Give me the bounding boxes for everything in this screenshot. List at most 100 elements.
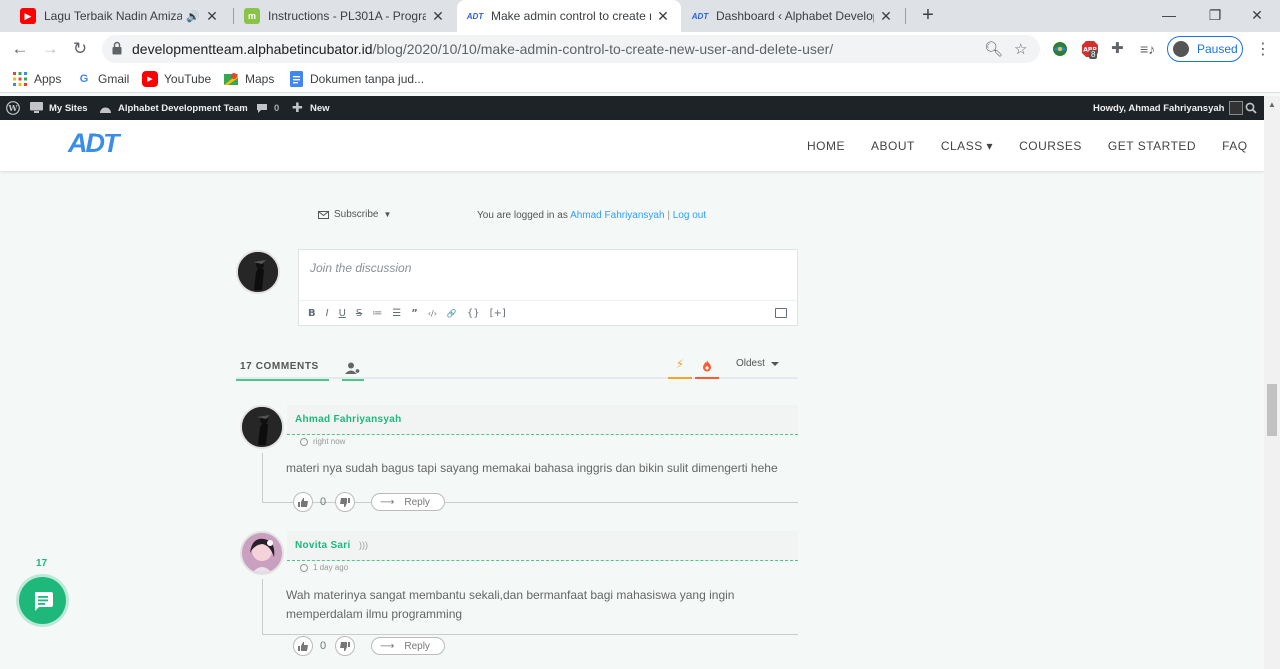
close-window-button[interactable]: ✕ — [1234, 0, 1280, 32]
adblock-icon[interactable]: ABP 8 — [1081, 40, 1099, 59]
sort-dropdown[interactable]: Oldest — [736, 358, 779, 369]
comment-header: Novita Sari ))) — [287, 531, 798, 561]
chevron-down-icon: ▼ — [383, 210, 392, 219]
tab-make-admin-control[interactable]: ADT Make admin control to create ne ✕ — [457, 0, 681, 32]
nav-class[interactable]: CLASS ▾ — [941, 139, 993, 153]
reload-button[interactable]: ↻ — [68, 37, 92, 61]
nav-home[interactable]: HOME — [807, 139, 845, 153]
howdy-account-menu[interactable]: Howdy, Ahmad Fahriyansyah — [1093, 96, 1244, 120]
new-content-menu[interactable]: ✚ New — [291, 96, 330, 120]
profile-paused-button[interactable]: Paused — [1167, 36, 1243, 62]
reply-button[interactable]: ⟶ Reply — [371, 637, 445, 655]
bookmark-gmail[interactable]: G Gmail — [76, 71, 130, 87]
chrome-menu-icon[interactable]: ⋮ — [1255, 39, 1271, 59]
underline-button[interactable]: U — [339, 308, 346, 319]
thumbs-up-icon — [298, 497, 308, 507]
bold-button[interactable]: B — [308, 308, 316, 319]
speaker-icon[interactable]: 🔊 — [186, 10, 200, 23]
nav-about[interactable]: ABOUT — [871, 139, 915, 153]
comments-menu[interactable]: 0 — [255, 96, 279, 120]
scroll-up-arrow[interactable]: ▲ — [1268, 100, 1276, 109]
search-icon[interactable] — [1245, 96, 1257, 120]
tab-dashboard[interactable]: ADT Dashboard ‹ Alphabet Developm ✕ — [682, 0, 904, 32]
quote-button[interactable]: ” — [411, 308, 418, 319]
address-bar[interactable]: developmentteam.alphabetincubator.id/blo… — [102, 35, 1040, 63]
site-name-menu[interactable]: Alphabet Development Team — [99, 96, 248, 120]
comment-date-label: right now — [313, 437, 346, 446]
close-tab-icon[interactable]: ✕ — [430, 8, 446, 25]
nav-faq[interactable]: FAQ — [1222, 139, 1248, 153]
thumbs-down-icon — [340, 641, 350, 651]
ordered-list-button[interactable]: ≔ — [372, 308, 382, 319]
bookmark-maps[interactable]: Maps — [223, 71, 274, 87]
extension-badge: 8 — [1089, 50, 1098, 59]
close-tab-icon[interactable]: ✕ — [878, 8, 894, 25]
avatar[interactable] — [240, 531, 284, 575]
logout-link[interactable]: Log out — [673, 210, 706, 221]
vote-count: 0 — [320, 640, 327, 652]
bookmark-label: Gmail — [98, 72, 130, 86]
tab-instructions[interactable]: m Instructions - PL301A - Programm ✕ — [234, 0, 456, 32]
downvote-button[interactable] — [335, 492, 355, 512]
extensions-puzzle-icon[interactable]: ✚ — [1111, 40, 1129, 58]
zoom-icon[interactable]: 🔍︎ — [984, 40, 1003, 58]
vertical-scrollbar[interactable]: ▲ — [1264, 96, 1280, 669]
bookmark-docs[interactable]: Dokumen tanpa jud... — [288, 71, 424, 87]
fire-icon[interactable] — [695, 357, 719, 379]
image-upload-icon[interactable] — [775, 308, 787, 318]
comments-count-tab[interactable]: 17 COMMENTS — [236, 361, 329, 381]
nav-get-started[interactable]: GET STARTED — [1108, 139, 1196, 153]
comment-date[interactable]: right now — [300, 437, 345, 446]
forward-button[interactable]: → — [38, 37, 62, 61]
nav-courses[interactable]: COURSES — [1019, 139, 1082, 153]
comment-author[interactable]: Ahmad Fahriyansyah — [295, 414, 402, 425]
code-button[interactable]: ‹/› — [428, 309, 437, 318]
avatar[interactable] — [240, 405, 284, 449]
close-tab-icon[interactable]: ✕ — [204, 8, 220, 25]
back-button[interactable]: ← — [8, 37, 32, 61]
link-icon[interactable]: 🔗 — [447, 309, 457, 318]
chat-bubble-button[interactable] — [19, 577, 66, 624]
subscribe-button[interactable]: Subscribe ▼ — [318, 209, 391, 220]
media-control-icon[interactable]: ≡♪ — [1140, 40, 1158, 58]
upvote-button[interactable] — [293, 492, 313, 512]
comment-author[interactable]: Novita Sari — [295, 540, 351, 551]
bookmark-youtube[interactable]: ▶ YouTube — [142, 71, 211, 87]
strikethrough-button[interactable]: S — [356, 308, 362, 319]
user-settings-icon[interactable] — [342, 361, 364, 381]
bookmark-apps[interactable]: Apps — [12, 71, 61, 87]
reply-button[interactable]: ⟶ Reply — [371, 493, 445, 511]
spoiler-button[interactable]: [+] — [490, 308, 506, 319]
envelope-icon — [318, 210, 329, 219]
comment-text: materi nya sudah bagus tapi sayang memak… — [286, 461, 778, 475]
unordered-list-button[interactable]: ☰ — [392, 308, 401, 319]
extension-globe-icon[interactable] — [1051, 40, 1069, 58]
reply-arrow-icon: ⟶ — [380, 496, 395, 508]
avatar[interactable] — [236, 250, 280, 294]
comment-date[interactable]: 1 day ago — [300, 563, 348, 572]
comment-header: Ahmad Fahriyansyah — [287, 405, 798, 435]
bookmarks-bar: Apps G Gmail ▶ YouTube Maps Dokumen tanp… — [0, 66, 1280, 93]
downvote-button[interactable] — [335, 636, 355, 656]
my-sites-icon — [30, 102, 43, 115]
wordpress-logo-icon[interactable]: W — [6, 96, 20, 120]
tab-youtube-music[interactable]: ▶ Lagu Terbaik Nadin Amizah P 🔊 ✕ — [10, 0, 230, 32]
maximize-button[interactable]: ❐ — [1192, 0, 1238, 32]
tab-title: Instructions - PL301A - Programm — [268, 9, 426, 23]
new-tab-button[interactable]: + — [916, 4, 940, 28]
adt-icon: ADT — [691, 11, 709, 21]
logged-in-user-link[interactable]: Ahmad Fahriyansyah — [570, 210, 665, 221]
rss-icon[interactable]: ))) — [359, 540, 368, 550]
lightning-icon[interactable]: ⚡ — [668, 357, 692, 379]
upvote-button[interactable] — [293, 636, 313, 656]
site-logo[interactable]: ADT — [66, 127, 136, 157]
bookmark-star-icon[interactable]: ☆ — [1014, 40, 1027, 58]
comment-editor[interactable]: Join the discussion B I U S ≔ ☰ ” ‹/› 🔗 … — [298, 249, 798, 326]
close-tab-icon[interactable]: ✕ — [655, 8, 671, 25]
italic-button[interactable]: I — [326, 308, 329, 319]
comment-item: Novita Sari ))) 1 day ago Wah materinya … — [236, 531, 798, 669]
scroll-thumb[interactable] — [1267, 384, 1277, 436]
my-sites-menu[interactable]: My Sites — [30, 96, 88, 120]
minimize-button[interactable]: — — [1146, 0, 1192, 32]
code-block-button[interactable]: {} — [467, 308, 480, 319]
